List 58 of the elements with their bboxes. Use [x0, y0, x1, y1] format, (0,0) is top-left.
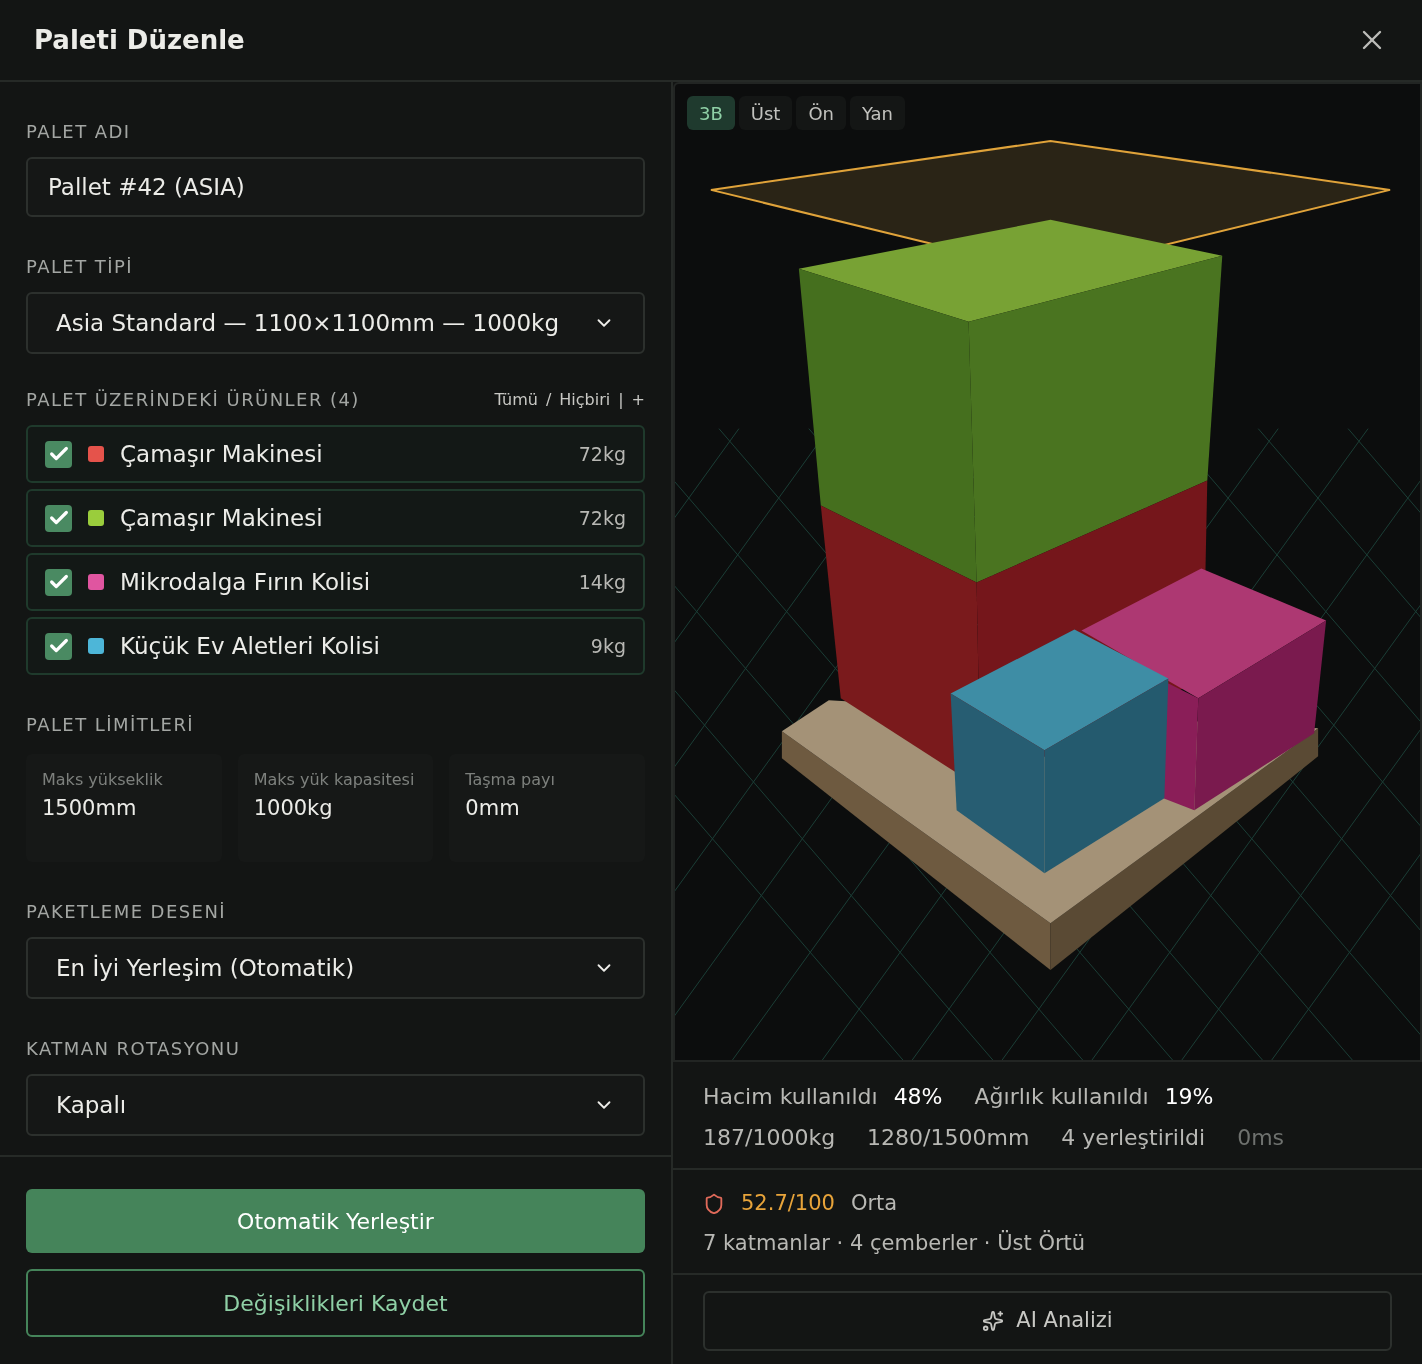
stat-value: 48% — [893, 1083, 943, 1111]
section-label: PALET ÜZERİNDEKİ ÜRÜNLER (4) — [26, 388, 360, 412]
checkbox[interactable] — [45, 440, 72, 468]
product-weight: 72kg — [578, 441, 626, 467]
limit-label: Maks yükseklik — [42, 769, 164, 791]
list-action-link[interactable]: / — [545, 387, 552, 412]
stat-label: Ağırlık kullanıldı — [974, 1083, 1149, 1111]
stat-label: Hacim kullanıldı — [703, 1083, 878, 1111]
limit-value: 1000kg — [253, 795, 334, 822]
field-label: PALET TİPİ — [26, 255, 134, 279]
product-name: Çamaşır Makinesi — [120, 503, 324, 533]
list-action-link[interactable]: + — [631, 387, 645, 412]
view-tab[interactable]: 3B — [687, 96, 735, 130]
product-name: Mikrodalga Fırın Kolisi — [120, 567, 372, 597]
product-row[interactable]: Küçük Ev Aletleri Kolisi 9kg — [26, 617, 645, 675]
layer-rotation-select[interactable]: Kapalı — [26, 1074, 645, 1136]
checkbox[interactable] — [45, 632, 72, 660]
product-row[interactable]: Mikrodalga Fırın Kolisi 14kg — [26, 553, 645, 611]
view-tab[interactable]: Üst — [738, 96, 793, 130]
timing-text: 0ms — [1237, 1124, 1285, 1152]
score-value: 52.7/100 — [741, 1190, 835, 1217]
limit-value: 0mm — [465, 795, 521, 822]
product-row[interactable]: Çamaşır Makinesi 72kg — [26, 489, 645, 547]
product-weight: 14kg — [578, 569, 626, 595]
checkbox[interactable] — [45, 568, 72, 596]
shield-icon — [703, 1192, 725, 1215]
stat-text: 187/1000kg — [703, 1124, 836, 1152]
packing-pattern-select[interactable]: En İyi Yerleşim (Otomatik) — [26, 937, 645, 999]
limit-value: 1500mm — [42, 795, 138, 822]
score-details: 7 katmanlar · 4 çemberler · Üst Örtü — [703, 1229, 1087, 1257]
product-weight: 9kg — [590, 633, 626, 659]
section-label: PALET LİMİTLERİ — [26, 713, 196, 737]
checkbox[interactable] — [45, 504, 72, 532]
limit-label: Maks yük kapasitesi — [253, 769, 416, 791]
ai-analysis-button[interactable]: AI Analizi — [703, 1291, 1392, 1351]
section-label: PAKETLEME DESENİ — [26, 900, 228, 924]
view-tab[interactable]: Yan — [850, 96, 905, 130]
product-row[interactable]: Çamaşır Makinesi 72kg — [26, 425, 645, 483]
dialog-title: Paleti Düzenle — [34, 23, 245, 57]
view-tab[interactable]: Ön — [796, 96, 846, 130]
score-rating: Orta — [850, 1190, 898, 1217]
field-label: PALET ADI — [26, 120, 132, 144]
list-action-link[interactable]: Hiçbiri — [559, 387, 611, 412]
section-label: KATMAN ROTASYONU — [26, 1037, 242, 1061]
stat-value: 19% — [1164, 1083, 1214, 1111]
pallet-type-select[interactable]: Asia Standard — 1100×1100mm — 1000kg — [26, 292, 645, 354]
sparkles-icon — [982, 1310, 1005, 1332]
list-action-link[interactable]: | — [618, 387, 624, 412]
product-name: Küçük Ev Aletleri Kolisi — [120, 631, 381, 661]
product-weight: 72kg — [578, 505, 626, 531]
stat-text: 4 yerleştirildi — [1061, 1124, 1206, 1152]
limit-label: Taşma payı — [465, 769, 556, 791]
pallet-name-field[interactable]: Pallet #42 (ASIA) — [26, 157, 645, 217]
product-name: Çamaşır Makinesi — [120, 439, 324, 469]
list-action-link[interactable]: Tümü — [494, 387, 538, 412]
save-button[interactable]: Değişiklikleri Kaydet — [26, 1269, 645, 1337]
stat-text: 1280/1500mm — [867, 1124, 1030, 1152]
auto-place-button[interactable]: Otomatik Yerleştir — [26, 1189, 645, 1253]
